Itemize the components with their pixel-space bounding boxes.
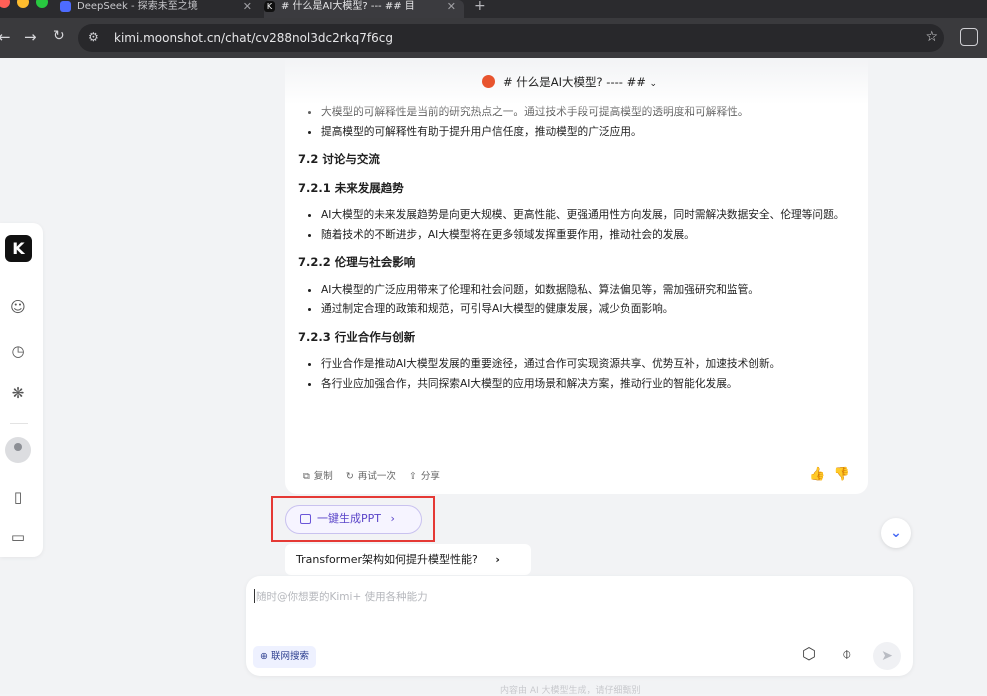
list-item: 各行业应加强合作，共同探索AI大模型的应用场景和解决方案，推动行业的智能化发展。	[321, 374, 858, 394]
share-button[interactable]: 分享	[421, 471, 440, 482]
chat-input-box[interactable]: 随时@你想要的Kimi+ 使用各种能力 ⊕ 联网搜索 ⬡ ⌽ ➤	[246, 576, 913, 676]
bullet-list: 行业合作是推动AI大模型发展的重要途径，通过合作可实现资源共享、优势互补，加速技…	[298, 354, 858, 393]
bullet-list: AI大模型的广泛应用带来了伦理和社会问题，如数据隐私、算法偏见等，需加强研究和监…	[298, 280, 858, 319]
back-icon[interactable]: ←	[0, 28, 11, 46]
copy-icon[interactable]: ⧉	[303, 471, 310, 482]
tab-deepseek[interactable]: DeepSeek - 探索未至之境 ✕	[60, 0, 260, 18]
share-icon[interactable]: ⇪	[409, 471, 417, 482]
url-text[interactable]: kimi.moonshot.cn/chat/cv288nol3dc2rkq7f6…	[114, 31, 393, 45]
chevron-down-icon[interactable]: ⌄	[650, 79, 658, 89]
chevron-right-icon: ›	[495, 553, 500, 566]
disclaimer: 内容由 AI 大模型生成，请仔细甄别	[500, 686, 641, 696]
browser-tab-bar: DeepSeek - 探索未至之境 ✕ K # 什么是AI大模型? --- ## …	[0, 0, 987, 18]
generate-ppt-button[interactable]: 一键生成PPT ›	[285, 505, 422, 534]
site-settings-icon[interactable]: ⚙	[88, 30, 99, 44]
send-icon: ➤	[881, 648, 893, 664]
message-actions: ⧉ 复制 ↻ 再试一次 ⇪ 分享	[303, 468, 444, 482]
section-heading: 7.2.3 行业合作与创新	[298, 329, 416, 344]
chat-title[interactable]: # 什么是AI大模型? ---- ## ⌄	[482, 74, 657, 90]
new-tab-icon[interactable]: +	[474, 0, 486, 14]
list-item: 随着技术的不断进步，AI大模型将在更多领域发挥重要作用，推动社会的发展。	[321, 225, 858, 245]
list-item: AI大模型的广泛应用带来了伦理和社会问题，如数据隐私、算法偏见等，需加强研究和监…	[321, 280, 858, 300]
forward-icon[interactable]: →	[24, 28, 37, 46]
feedback: 👍 👎	[809, 467, 850, 482]
message-content: 大模型的可解释性是当前的研究热点之一。通过技术手段可提高模型的透明度和可解释性。…	[298, 102, 858, 395]
tab-kimi[interactable]: K # 什么是AI大模型? --- ## 目 ✕	[264, 0, 464, 18]
kimi-tab-icon: K	[264, 0, 275, 12]
cube-icon[interactable]: ⬡	[802, 644, 816, 663]
double-chevron-down-icon: ⌄	[890, 525, 902, 541]
scroll-to-bottom-button[interactable]: ⌄	[881, 518, 911, 548]
section-heading: 7.2 讨论与交流	[298, 152, 380, 166]
retry-button[interactable]: 再试一次	[358, 471, 396, 482]
kimi-logo[interactable]: K	[5, 235, 32, 262]
sidebar-divider	[10, 423, 28, 424]
send-button[interactable]: ➤	[873, 642, 901, 670]
close-tab-icon[interactable]: ✕	[243, 0, 252, 14]
attachment-icon[interactable]: ⌽	[842, 644, 852, 664]
retry-icon[interactable]: ↻	[346, 471, 354, 482]
deepseek-icon	[60, 0, 71, 12]
maximize-window-icon[interactable]	[36, 0, 48, 8]
ppt-icon	[482, 75, 495, 88]
extensions-icon[interactable]	[960, 28, 978, 46]
list-item: AI大模型的未来发展趋势是向更大规模、更高性能、更强通用性方向发展，同时需解决数…	[321, 205, 858, 225]
new-chat-icon[interactable]: ☺	[8, 297, 28, 317]
kimi-chat-page: K ☺ ◷ ❋ ▯ ▭ 大模型的可解释性是当前的研究热点之一。通过技术手段可提高…	[0, 58, 987, 696]
copy-button[interactable]: 复制	[314, 471, 333, 482]
thumbs-down-icon[interactable]: 👎	[834, 467, 850, 482]
reload-icon[interactable]: ↻	[53, 28, 65, 44]
history-icon[interactable]: ◷	[8, 341, 28, 361]
presentation-icon	[300, 514, 311, 524]
bookmark-star-icon[interactable]: ☆	[925, 29, 938, 45]
list-item: 行业合作是推动AI大模型发展的重要途径，通过合作可实现资源共享、优势互补，加速技…	[321, 354, 858, 374]
chevron-right-icon: ›	[390, 512, 395, 525]
desktop-app-icon[interactable]: ▭	[8, 527, 28, 547]
kimi-plus-icon[interactable]: ❋	[8, 383, 28, 403]
globe-icon: ⊕	[260, 651, 268, 662]
address-bar[interactable]: ⚙ kimi.moonshot.cn/chat/cv288nol3dc2rkq7…	[78, 24, 944, 52]
chat-input-placeholder[interactable]: 随时@你想要的Kimi+ 使用各种能力	[254, 589, 428, 604]
section-heading: 7.2.2 伦理与社会影响	[298, 255, 416, 269]
browser-nav-bar: ← → ↻ ⚙ kimi.moonshot.cn/chat/cv288nol3d…	[0, 18, 987, 58]
avatar[interactable]	[5, 437, 31, 463]
close-tab-icon[interactable]: ✕	[447, 0, 456, 14]
bullet-list: AI大模型的未来发展趋势是向更大规模、更高性能、更强通用性方向发展，同时需解决数…	[298, 205, 858, 244]
suggested-question[interactable]: Transformer架构如何提升模型性能? ›	[285, 544, 531, 575]
mobile-app-icon[interactable]: ▯	[8, 487, 28, 507]
web-search-toggle[interactable]: ⊕ 联网搜索	[253, 646, 317, 668]
assistant-message: 大模型的可解释性是当前的研究热点之一。通过技术手段可提高模型的透明度和可解释性。…	[285, 58, 868, 494]
list-item: 通过制定合理的政策和规范，可引导AI大模型的健康发展，减少负面影响。	[321, 299, 858, 319]
close-window-icon[interactable]	[0, 0, 10, 8]
list-item: 提高模型的可解释性有助于提升用户信任度，推动模型的广泛应用。	[321, 122, 858, 142]
section-heading: 7.2.1 未来发展趋势	[298, 180, 404, 195]
thumbs-up-icon[interactable]: 👍	[809, 467, 825, 482]
sidebar: K ☺ ◷ ❋ ▯ ▭	[0, 223, 43, 557]
minimize-window-icon[interactable]	[17, 0, 29, 8]
